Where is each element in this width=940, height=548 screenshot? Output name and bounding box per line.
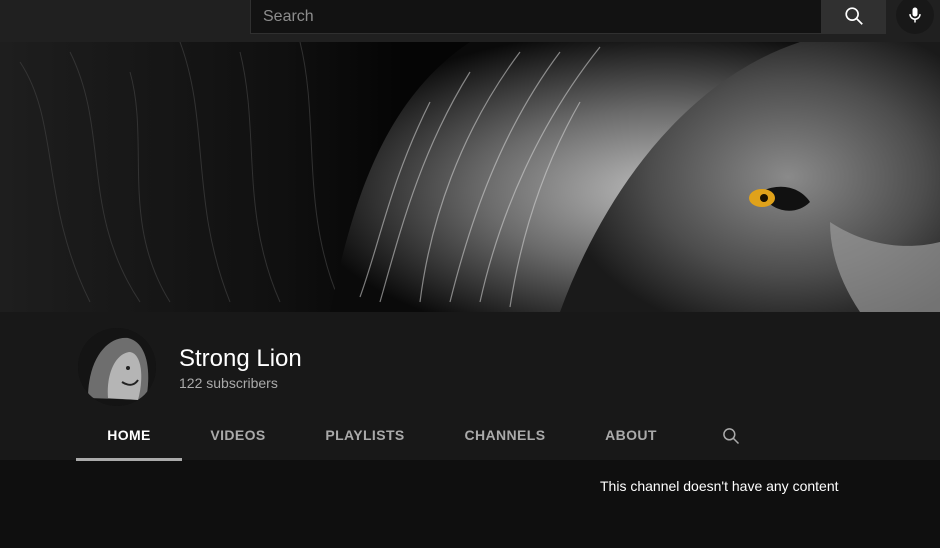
tab-videos[interactable]: VIDEOS (200, 412, 276, 458)
channel-header: Strong Lion 122 subscribers HOME VIDEOS … (0, 312, 940, 461)
search-input[interactable] (261, 0, 815, 35)
banner-lion-image (0, 42, 940, 312)
tab-search-button[interactable] (720, 425, 742, 447)
tab-about[interactable]: ABOUT (598, 412, 664, 458)
top-bar (0, 0, 940, 42)
search-icon (723, 428, 740, 445)
search-icon (845, 7, 863, 25)
voice-search-button[interactable] (896, 0, 934, 34)
channel-name: Strong Lion (179, 345, 302, 372)
empty-content-message: This channel doesn't have any content (600, 478, 839, 494)
subscriber-count: 122 subscribers (179, 375, 278, 391)
channel-avatar[interactable] (78, 328, 156, 406)
search-button[interactable] (822, 0, 886, 34)
tab-playlists[interactable]: PLAYLISTS (316, 412, 414, 458)
search-box[interactable] (250, 0, 822, 35)
lion-avatar-image (78, 328, 156, 406)
channel-banner (0, 42, 940, 312)
tab-channels[interactable]: CHANNELS (456, 412, 554, 458)
tab-home[interactable]: HOME (76, 412, 182, 461)
mic-icon (909, 7, 921, 23)
